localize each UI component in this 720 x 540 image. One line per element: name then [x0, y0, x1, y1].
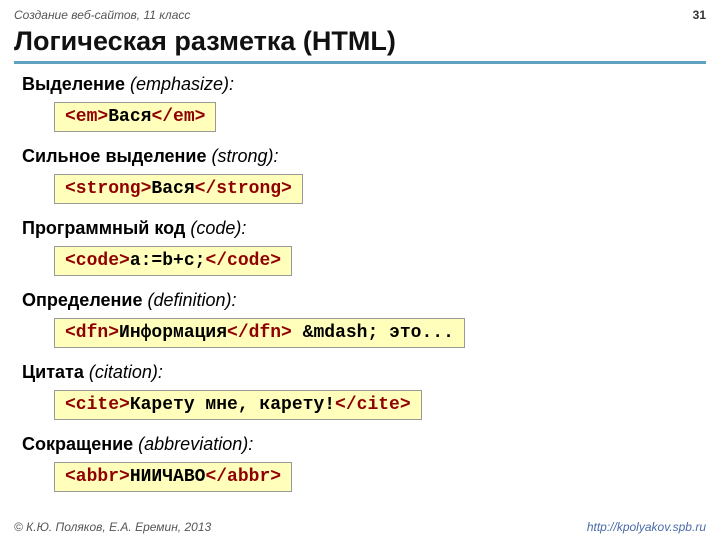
tag-close: </cite> — [335, 395, 411, 415]
section-dfn-hint: (definition): — [142, 290, 236, 310]
tag-content: Вася — [108, 107, 151, 127]
section-em-hint: (emphasize): — [125, 74, 234, 94]
tag-content: Информация — [119, 323, 227, 343]
section-code-label: Программный код (code): — [22, 218, 706, 239]
page-number: 31 — [693, 8, 706, 22]
tag-open: <abbr> — [65, 467, 130, 487]
code-dfn: <dfn>Информация</dfn> &mdash; это... — [54, 318, 465, 348]
section-code-bold: Программный код — [22, 218, 185, 238]
section-em-bold: Выделение — [22, 74, 125, 94]
tag-close: </strong> — [195, 179, 292, 199]
slide-footer: © К.Ю. Поляков, Е.А. Еремин, 2013 http:/… — [14, 520, 706, 534]
tag-close: </code> — [205, 251, 281, 271]
section-abbr-bold: Сокращение — [22, 434, 133, 454]
tag-content: Карету мне, карету! — [130, 395, 335, 415]
tag-open: <cite> — [65, 395, 130, 415]
section-dfn-bold: Определение — [22, 290, 142, 310]
tag-open: <em> — [65, 107, 108, 127]
tag-content: НИИЧАВО — [130, 467, 206, 487]
tag-close: </em> — [151, 107, 205, 127]
tag-content: a:=b+c; — [130, 251, 206, 271]
code-em: <em>Вася</em> — [54, 102, 216, 132]
code-abbr: <abbr>НИИЧАВО</abbr> — [54, 462, 292, 492]
section-strong-hint: (strong): — [206, 146, 278, 166]
section-cite-label: Цитата (citation): — [22, 362, 706, 383]
section-strong-bold: Сильное выделение — [22, 146, 206, 166]
course-name: Создание веб-сайтов, 11 класс — [14, 8, 190, 22]
slide-header: Создание веб-сайтов, 11 класс 31 — [14, 8, 706, 22]
tag-after: &mdash; это... — [292, 323, 454, 343]
footer-link[interactable]: http://kpolyakov.spb.ru — [587, 520, 706, 534]
section-cite-hint: (citation): — [84, 362, 163, 382]
section-cite-bold: Цитата — [22, 362, 84, 382]
tag-close: </abbr> — [205, 467, 281, 487]
tag-open: <strong> — [65, 179, 151, 199]
slide-title: Логическая разметка (HTML) — [14, 26, 706, 64]
tag-content: Вася — [151, 179, 194, 199]
code-code: <code>a:=b+c;</code> — [54, 246, 292, 276]
section-dfn-label: Определение (definition): — [22, 290, 706, 311]
code-cite: <cite>Карету мне, карету!</cite> — [54, 390, 422, 420]
tag-close: </dfn> — [227, 323, 292, 343]
section-code-hint: (code): — [185, 218, 246, 238]
section-em-label: Выделение (emphasize): — [22, 74, 706, 95]
section-strong-label: Сильное выделение (strong): — [22, 146, 706, 167]
tag-open: <dfn> — [65, 323, 119, 343]
section-abbr-hint: (abbreviation): — [133, 434, 253, 454]
tag-open: <code> — [65, 251, 130, 271]
code-strong: <strong>Вася</strong> — [54, 174, 303, 204]
copyright: © К.Ю. Поляков, Е.А. Еремин, 2013 — [14, 520, 211, 534]
section-abbr-label: Сокращение (abbreviation): — [22, 434, 706, 455]
